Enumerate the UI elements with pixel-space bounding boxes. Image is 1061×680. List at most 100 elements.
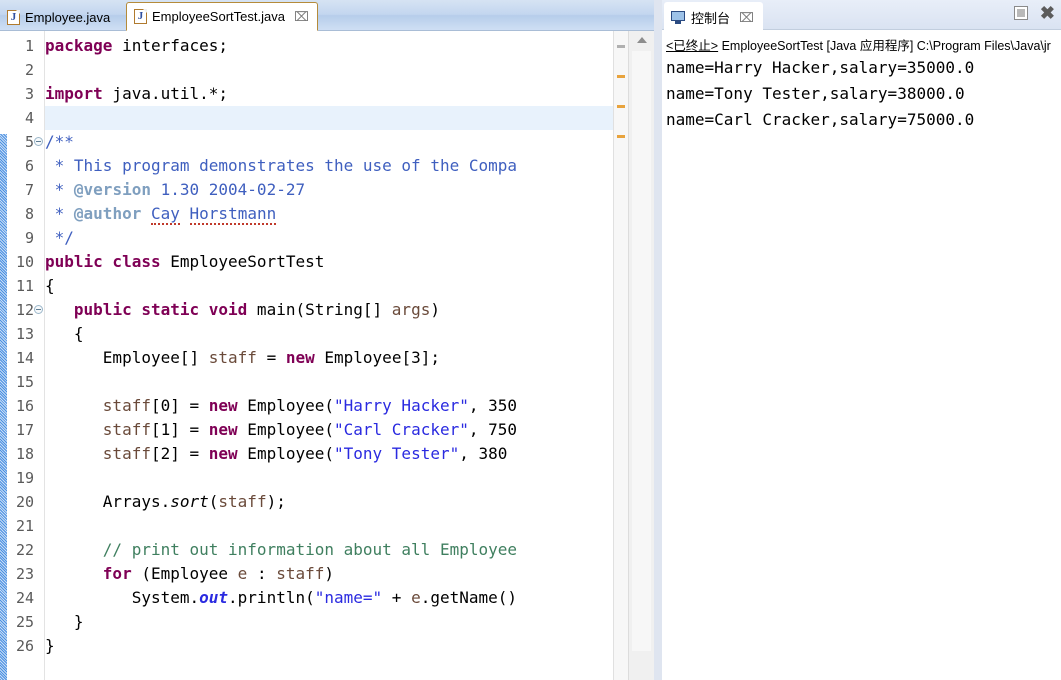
- line-number: 19: [15, 469, 34, 487]
- minimize-icon[interactable]: [1013, 6, 1028, 20]
- fold-toggle-icon[interactable]: [34, 305, 43, 314]
- annotation-marker[interactable]: [617, 75, 625, 78]
- code-token: staff: [208, 348, 257, 367]
- code-line[interactable]: Employee[] staff = new Employee[3];: [45, 346, 440, 370]
- code-line[interactable]: import java.util.*;: [45, 82, 228, 106]
- editor-tab-bar: Employee.java EmployeeSortTest.java ⌧: [0, 0, 654, 31]
- code-token: ): [430, 300, 440, 319]
- code-line[interactable]: public static void main(String[] args): [45, 298, 440, 322]
- line-number: 6: [24, 157, 34, 175]
- code-token: System.: [45, 588, 200, 607]
- code-line[interactable]: package interfaces;: [45, 34, 228, 58]
- console-tab[interactable]: 控制台 ⌧: [664, 2, 763, 32]
- line-number: 21: [15, 517, 34, 535]
- code-text-area[interactable]: package interfaces; import java.util.*; /*…: [45, 31, 628, 680]
- code-token: for: [102, 564, 132, 583]
- code-token: Employee[3];: [314, 348, 440, 367]
- scrollbar-thumb[interactable]: [632, 51, 651, 651]
- code-line[interactable]: staff[1] = new Employee("Carl Cracker", …: [45, 418, 517, 442]
- code-token: "name=": [314, 588, 383, 607]
- code-token: interfaces;: [112, 36, 229, 55]
- code-token: );: [266, 492, 286, 511]
- code-token: Employee[]: [45, 348, 209, 367]
- line-number: 3: [24, 85, 34, 103]
- console-tab-bar: 控制台 ⌧ ✖: [662, 0, 1061, 32]
- code-token: }: [45, 612, 84, 631]
- editor-tab-employeesorttest[interactable]: EmployeeSortTest.java ⌧: [126, 2, 318, 31]
- fold-toggle-icon[interactable]: [34, 137, 43, 146]
- code-token: [1] =: [150, 420, 209, 439]
- code-token: Employee(: [237, 420, 334, 439]
- annotation-marker[interactable]: [617, 105, 625, 108]
- console-toolbar: ✖: [1013, 4, 1055, 22]
- line-number: 4: [24, 109, 34, 127]
- code-token: e: [411, 588, 421, 607]
- line-number: 11: [15, 277, 34, 295]
- code-line[interactable]: for (Employee e : staff): [45, 562, 334, 586]
- code-token: sort: [170, 492, 209, 511]
- code-token: [0] =: [150, 396, 209, 415]
- console-tab-label: 控制台: [691, 10, 731, 26]
- line-number: 10: [15, 253, 34, 271]
- line-number: 7: [24, 181, 34, 199]
- code-line[interactable]: }: [45, 634, 55, 658]
- code-token: Cay: [150, 204, 180, 225]
- close-icon[interactable]: ✖: [1040, 4, 1055, 22]
- line-number: 5: [24, 133, 34, 151]
- code-token: [2] =: [150, 444, 209, 463]
- line-number: 9: [24, 229, 34, 247]
- terminated-badge: <已终止>: [666, 39, 719, 53]
- code-token: ): [324, 564, 335, 583]
- code-line[interactable]: System.out.println("name=" + e.getName(): [45, 586, 517, 610]
- code-token: staff: [218, 492, 267, 511]
- scroll-up-arrow-icon[interactable]: [629, 31, 654, 49]
- console-output[interactable]: name=Harry Hacker,salary=35000.0 name=Ton…: [666, 55, 1061, 675]
- current-line-highlight: [45, 106, 628, 130]
- code-token: staff: [102, 396, 151, 415]
- code-line[interactable]: {: [45, 274, 55, 298]
- close-icon[interactable]: ⌧: [294, 10, 309, 23]
- code-token: (: [208, 492, 219, 511]
- code-token: @version: [73, 180, 151, 199]
- code-token: EmployeeSortTest: [160, 252, 325, 271]
- code-token: new: [285, 348, 315, 367]
- code-token: Employee(: [237, 444, 334, 463]
- code-line[interactable]: /**: [45, 130, 74, 154]
- code-line[interactable]: // print out information about all Emplo…: [45, 538, 517, 562]
- code-token: new: [208, 444, 238, 463]
- console-output-line: name=Harry Hacker,salary=35000.0: [666, 58, 975, 77]
- code-line[interactable]: * @author Cay Horstmann: [45, 202, 277, 226]
- code-token: // print out information about all Emplo…: [45, 540, 518, 559]
- code-token: +: [382, 588, 412, 607]
- line-number-gutter[interactable]: 1 2 3 4 5 6 7 8 9 10 11 12 13 14 15 16 17 18 19 20 21 22 23 24 2…: [7, 31, 40, 680]
- pane-splitter[interactable]: [654, 0, 662, 680]
- editor-tab-label: EmployeeSortTest.java: [152, 9, 285, 24]
- editor-vertical-scrollbar[interactable]: [628, 31, 654, 680]
- code-line[interactable]: * @version 1.30 2004-02-27: [45, 178, 305, 202]
- code-line[interactable]: staff[0] = new Employee("Harry Hacker", …: [45, 394, 517, 418]
- code-line[interactable]: staff[2] = new Employee("Tony Tester", 3…: [45, 442, 508, 466]
- code-token: */: [45, 228, 74, 247]
- code-token: package: [45, 36, 113, 55]
- console-output-line: name=Tony Tester,salary=38000.0: [666, 84, 965, 103]
- code-token: * This program demonstrates the use of t…: [45, 156, 518, 175]
- code-line[interactable]: * This program demonstrates the use of t…: [45, 154, 517, 178]
- code-line[interactable]: public class EmployeeSortTest: [45, 250, 324, 274]
- editor-tab-employee[interactable]: Employee.java: [0, 4, 118, 31]
- line-number: 12: [15, 301, 34, 319]
- code-token: *: [45, 204, 74, 223]
- annotation-marker[interactable]: [617, 45, 625, 48]
- line-number: 25: [15, 613, 34, 631]
- annotation-marker[interactable]: [617, 135, 625, 138]
- close-icon[interactable]: ⌧: [739, 11, 754, 24]
- code-line[interactable]: {: [45, 322, 84, 346]
- code-line[interactable]: Arrays.sort(staff);: [45, 490, 286, 514]
- code-token: new: [208, 396, 238, 415]
- overview-ruler[interactable]: [613, 31, 628, 680]
- code-line[interactable]: */: [45, 226, 74, 250]
- code-token: new: [208, 420, 238, 439]
- code-line[interactable]: }: [45, 610, 84, 634]
